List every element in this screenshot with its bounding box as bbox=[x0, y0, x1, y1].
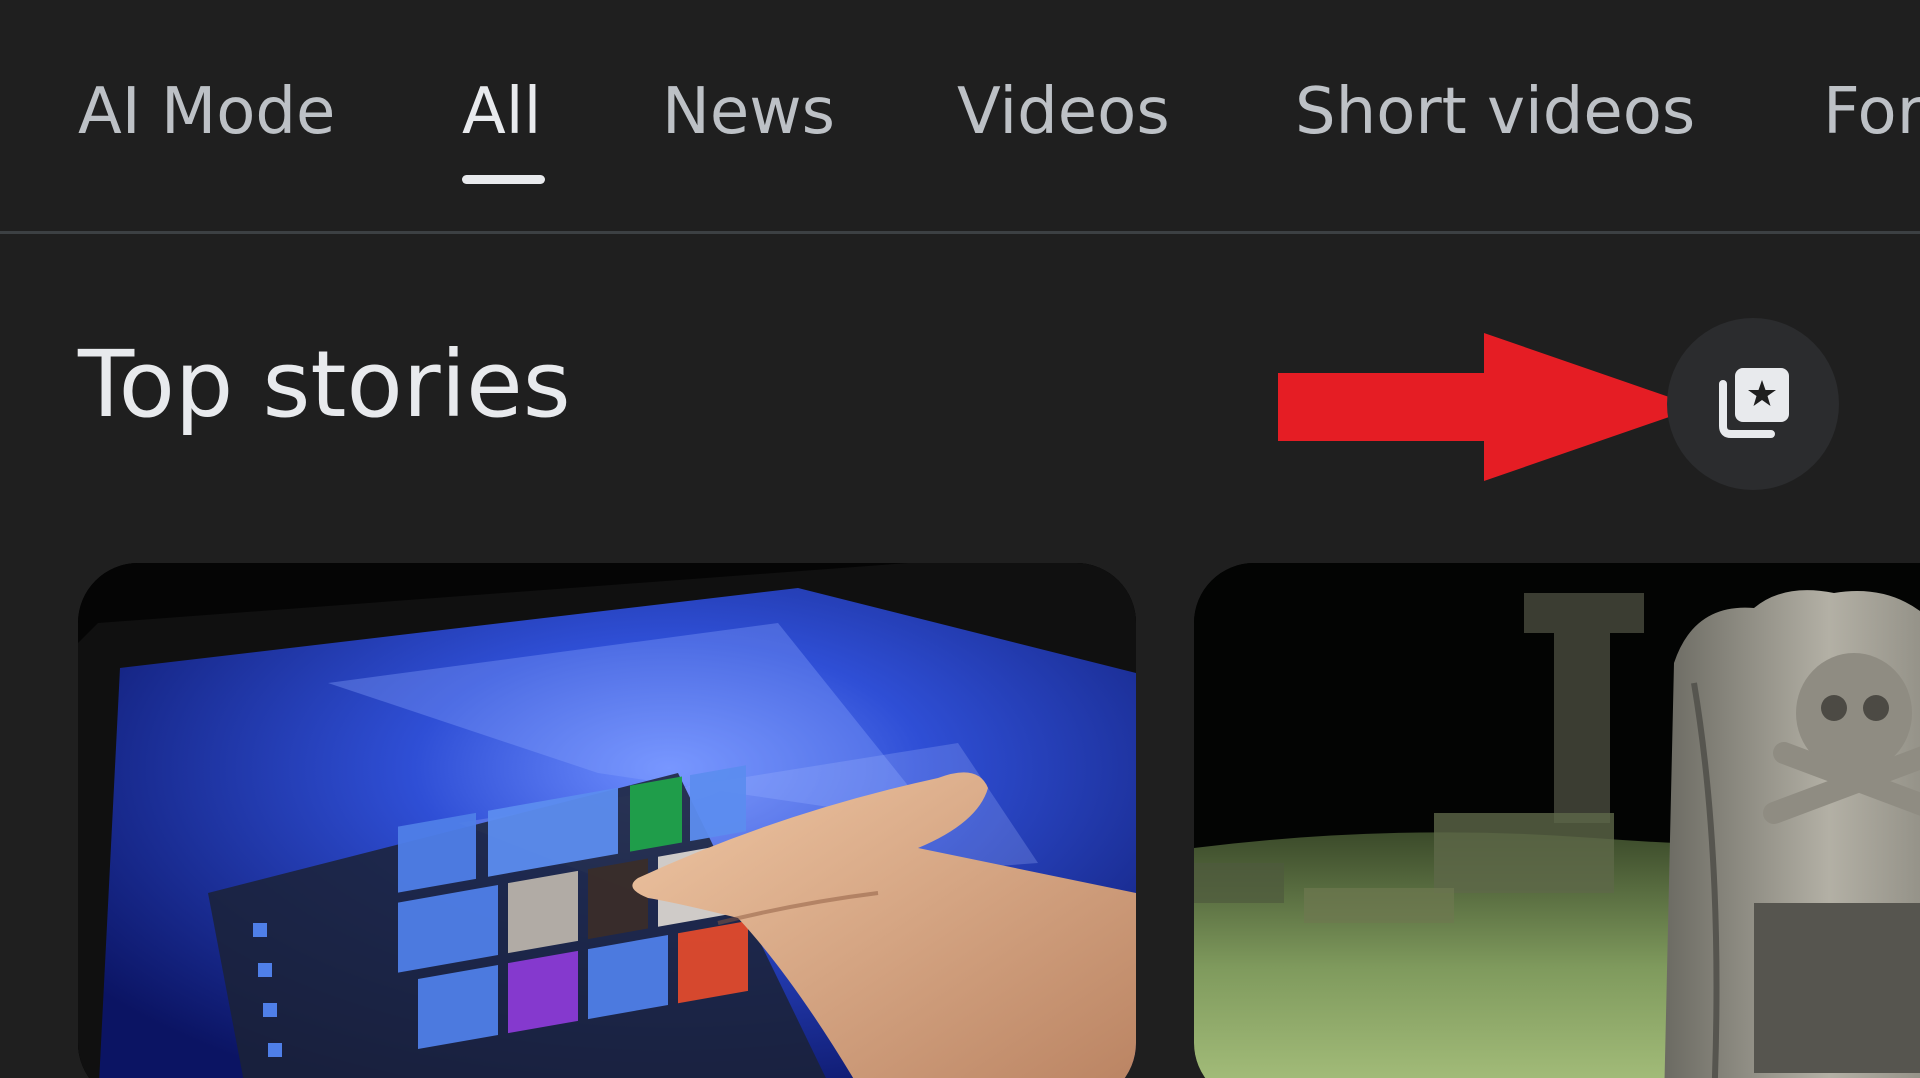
section-title: Top stories bbox=[78, 331, 571, 438]
tab-short-videos[interactable]: Short videos bbox=[1295, 72, 1695, 152]
active-tab-indicator bbox=[462, 175, 545, 184]
search-results-page: AI Mode All News Videos Short videos For… bbox=[0, 0, 1920, 1078]
tab-all[interactable]: All bbox=[462, 72, 541, 152]
stories-collection-star-icon bbox=[1719, 368, 1789, 438]
story-card[interactable] bbox=[78, 563, 1136, 1078]
tab-news[interactable]: News bbox=[662, 72, 835, 152]
red-arrow-annotation bbox=[1278, 333, 1698, 481]
tab-videos[interactable]: Videos bbox=[957, 72, 1170, 152]
story-thumbnail-image bbox=[78, 563, 1136, 1078]
search-tab-bar: AI Mode All News Videos Short videos For bbox=[0, 0, 1920, 234]
tab-bar-divider bbox=[0, 231, 1920, 234]
tab-ai-mode[interactable]: AI Mode bbox=[78, 72, 335, 152]
story-card[interactable] bbox=[1194, 563, 1920, 1078]
tab-forums[interactable]: For bbox=[1823, 72, 1920, 152]
story-thumbnail-image bbox=[1194, 563, 1920, 1078]
stories-view-button[interactable] bbox=[1667, 318, 1839, 490]
